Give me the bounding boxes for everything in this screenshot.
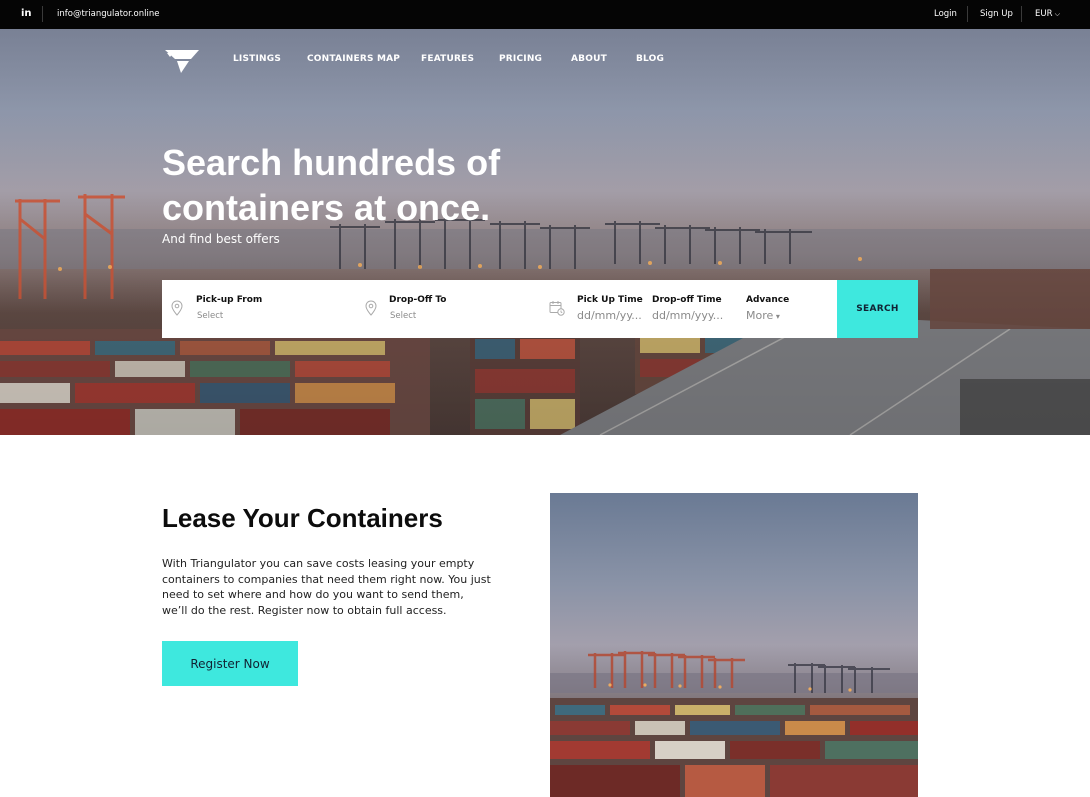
login-link[interactable]: Login (934, 9, 957, 19)
pickup-from-field[interactable]: Pick-up From Select (192, 280, 352, 338)
dropoff-to-value: Select (390, 311, 417, 321)
calendar-clock-icon (549, 301, 565, 316)
chevron-down-icon: ⌵ (1052, 10, 1061, 18)
pickup-time-input: dd/mm/yy... (577, 309, 642, 322)
advance-value: More ▾ (746, 309, 780, 322)
nav-about[interactable]: ABOUT (571, 54, 607, 64)
nav-pricing[interactable]: PRICING (499, 54, 542, 64)
hero-title: Search hundreds of containers at once. (162, 142, 501, 228)
dropoff-time-field[interactable]: Drop-off Time dd/mm/yyy... (652, 280, 727, 338)
location-pin-icon (171, 300, 183, 316)
pickup-time-field[interactable]: Pick Up Time dd/mm/yy... (576, 280, 646, 338)
search-form: Pick-up From Select Drop-Off To Select P… (162, 280, 837, 338)
divider (42, 6, 43, 22)
search-button[interactable]: SEARCH (837, 280, 918, 338)
register-now-button[interactable]: Register Now (162, 641, 298, 686)
pickup-from-label: Pick-up From (196, 295, 263, 305)
divider (967, 6, 968, 22)
nav-blog[interactable]: BLOG (636, 54, 664, 64)
lease-section-title: Lease Your Containers (162, 503, 443, 533)
nav-containers-map[interactable]: CONTAINERS MAP (307, 54, 400, 64)
currency-label: EUR (1035, 9, 1053, 19)
nav-listings[interactable]: LISTINGS (233, 54, 281, 64)
advance-options-dropdown[interactable]: Advance More ▾ (746, 280, 816, 338)
dropoff-time-label: Drop-off Time (652, 295, 722, 305)
port-photo (550, 493, 918, 797)
nav-features[interactable]: FEATURES (421, 54, 474, 64)
hero-subtitle: And find best offers (162, 232, 280, 246)
pickup-time-label: Pick Up Time (577, 295, 643, 305)
linkedin-icon[interactable]: in (21, 8, 32, 19)
location-pin-icon (365, 300, 377, 316)
lease-section-description: With Triangulator you can save costs lea… (162, 557, 491, 617)
dropoff-to-label: Drop-Off To (389, 295, 447, 305)
currency-selector[interactable]: EUR ⌵ (1035, 9, 1060, 19)
advance-label: Advance (746, 295, 790, 305)
port-photo-scene (550, 651, 918, 797)
contact-email-link[interactable]: info@triangulator.online (57, 9, 159, 19)
pickup-from-value: Select (197, 311, 224, 321)
dropoff-to-field[interactable]: Drop-Off To Select (386, 280, 536, 338)
caret-down-icon: ▾ (773, 312, 780, 321)
top-bar: in info@triangulator.online Login Sign U… (0, 0, 1090, 29)
signup-link[interactable]: Sign Up (980, 9, 1013, 19)
divider (1021, 6, 1022, 22)
dropoff-time-input: dd/mm/yyy... (652, 309, 724, 322)
triangulator-logo-icon[interactable] (165, 47, 199, 73)
